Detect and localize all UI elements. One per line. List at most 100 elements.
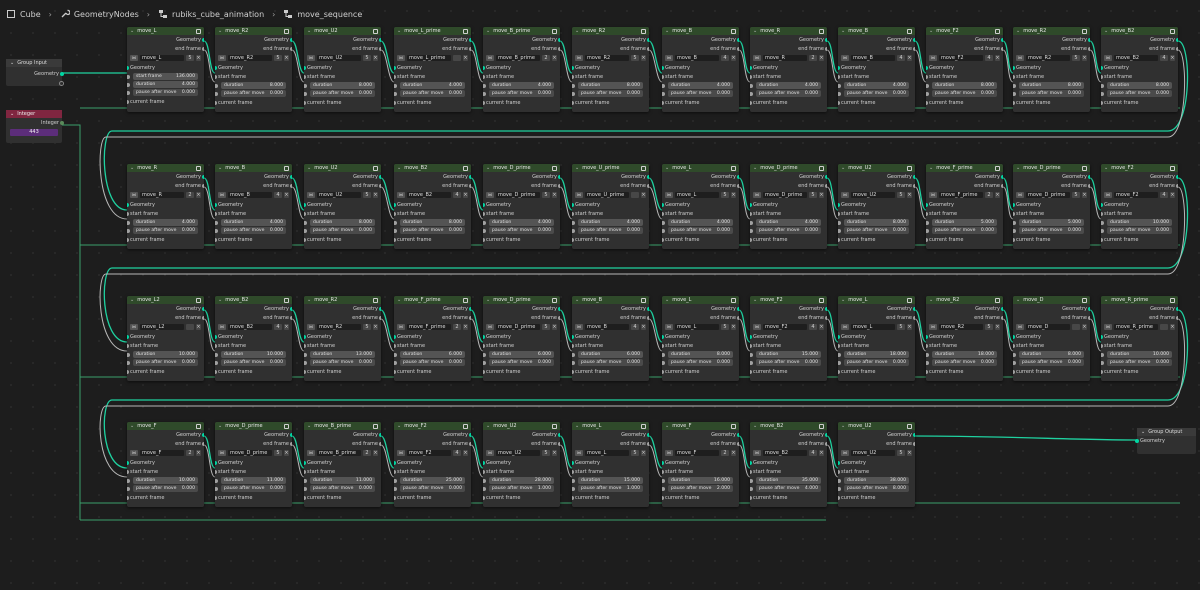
geometry-input-socket[interactable] [926, 202, 928, 207]
node-group-selector[interactable]: ⋈ move_F2 4 × [1104, 191, 1175, 199]
move-node[interactable]: ⌄ move_U2 Geometry end frame ⋈ move_U2 5 × Geome… [838, 164, 915, 249]
geometry-input-socket[interactable] [838, 460, 840, 465]
duration-socket[interactable] [215, 352, 218, 357]
end-frame-output-socket[interactable] [737, 441, 739, 446]
duration-field[interactable]: duration 13.000 [304, 351, 375, 358]
chevron-down-icon[interactable]: ⌄ [307, 28, 311, 34]
unlink-icon[interactable]: × [1170, 324, 1175, 330]
pause-socket[interactable] [572, 91, 575, 96]
node-group-name[interactable]: move_L_prime [407, 55, 451, 61]
node-header[interactable]: ⌄ move_D_prime [483, 164, 560, 172]
start-frame-socket[interactable] [838, 211, 840, 216]
pause-socket[interactable] [572, 228, 575, 233]
end-frame-output-socket[interactable] [202, 441, 204, 446]
duration-socket[interactable] [572, 220, 575, 225]
pause-after-move-field[interactable]: pause after move 0.000 [1101, 227, 1172, 234]
node-group-selector[interactable]: ⋈ move_R2 5 × [575, 54, 646, 62]
unlink-icon[interactable]: × [373, 192, 378, 198]
node-header[interactable]: ⌄ move_B_prime [483, 27, 560, 35]
pause-after-move-field[interactable]: pause after move 0.000 [572, 90, 643, 97]
node-group-selector[interactable]: ⋈ move_U2 5 × [307, 191, 378, 199]
node-group-selector[interactable]: ⋈ move_D_prime 5 × [486, 191, 557, 199]
current-frame-socket[interactable] [662, 100, 664, 105]
geometry-output-socket[interactable] [647, 37, 649, 42]
current-frame-socket[interactable] [483, 237, 485, 242]
geometry-input-socket[interactable] [662, 460, 664, 465]
current-frame-socket[interactable] [662, 369, 664, 374]
start-frame-socket[interactable] [750, 74, 752, 79]
duration-socket[interactable] [394, 83, 397, 88]
pause-socket[interactable] [215, 360, 218, 365]
current-frame-socket[interactable] [127, 495, 129, 500]
node-header[interactable]: ⌄ move_D_prime [1013, 164, 1090, 172]
geometry-output-socket[interactable] [737, 37, 739, 42]
duration-field[interactable]: duration 4.000 [215, 219, 286, 226]
end-frame-output-socket[interactable] [202, 183, 204, 188]
chevron-down-icon[interactable]: ⌄ [486, 28, 490, 34]
end-frame-output-socket[interactable] [737, 46, 739, 51]
duration-socket[interactable] [750, 352, 753, 357]
integer-socket[interactable] [60, 120, 64, 125]
node-group-name[interactable]: move_U2 [317, 192, 361, 198]
pause-after-move-field[interactable]: pause after move 0.000 [215, 359, 286, 366]
geometry-input-socket[interactable] [215, 65, 217, 70]
geometry-input-socket[interactable] [483, 460, 485, 465]
chevron-down-icon[interactable]: ⌄ [397, 297, 401, 303]
current-frame-socket[interactable] [572, 369, 574, 374]
node-header[interactable]: ⌄ move_U2 [304, 164, 381, 172]
move-node[interactable]: ⌄ move_B Geometry end frame ⋈ move_B 4 × Geometr… [838, 27, 915, 112]
geometry-output-socket[interactable] [825, 432, 827, 437]
geometry-input-socket[interactable] [838, 334, 840, 339]
start-frame-socket[interactable] [662, 74, 664, 79]
geometry-output-socket[interactable] [469, 174, 471, 179]
end-frame-output-socket[interactable] [737, 315, 739, 320]
duration-socket[interactable] [1013, 220, 1016, 225]
node-header[interactable]: ⌄ move_R2 [926, 296, 1003, 304]
duration-field[interactable]: duration 15.000 [572, 477, 643, 484]
start-frame-socket[interactable] [926, 74, 928, 79]
node-header[interactable]: ⌄ move_L [838, 296, 915, 304]
geometry-output-socket[interactable] [202, 37, 204, 42]
end-frame-output-socket[interactable] [379, 46, 381, 51]
move-node[interactable]: ⌄ move_B_prime Geometry end frame ⋈ move_B_pr… [483, 27, 560, 112]
current-frame-socket[interactable] [926, 100, 928, 105]
chevron-down-icon[interactable]: ⌄ [486, 165, 490, 171]
pause-socket[interactable] [838, 360, 841, 365]
start-frame-socket[interactable] [838, 343, 840, 348]
geometry-input-socket[interactable] [394, 65, 396, 70]
pause-socket[interactable] [1101, 360, 1104, 365]
node-header[interactable]: ⌄ move_R2 [215, 27, 292, 35]
geometry-input-socket[interactable] [838, 202, 840, 207]
geometry-output-socket[interactable] [379, 174, 381, 179]
geometry-output-socket[interactable] [1088, 37, 1090, 42]
duration-socket[interactable] [127, 82, 130, 87]
move-node[interactable]: ⌄ move_B2 Geometry end frame ⋈ move_B2 4 × Geome… [215, 296, 292, 381]
current-frame-socket[interactable] [483, 495, 485, 500]
geometry-output-socket[interactable] [1088, 174, 1090, 179]
duration-field[interactable]: duration 28.000 [483, 477, 554, 484]
pause-after-move-field[interactable]: pause after move 0.000 [394, 227, 465, 234]
pause-after-move-field[interactable]: pause after move 0.000 [572, 227, 643, 234]
pause-socket[interactable] [1101, 91, 1104, 96]
duration-socket[interactable] [750, 83, 753, 88]
unlink-icon[interactable]: × [731, 192, 736, 198]
node-group-name[interactable]: move_L [585, 450, 629, 456]
unlink-icon[interactable]: × [995, 192, 1000, 198]
duration-field[interactable]: duration 8.000 [394, 219, 465, 226]
end-frame-output-socket[interactable] [558, 183, 560, 188]
node-group-selector[interactable]: ⋈ move_L 5 × [575, 449, 646, 457]
pause-after-move-field[interactable]: pause after move 0.000 [1101, 359, 1172, 366]
chevron-down-icon[interactable]: ⌄ [575, 28, 579, 34]
current-frame-socket[interactable] [127, 237, 129, 242]
node-group-selector[interactable]: ⋈ move_B_prime 2 × [486, 54, 557, 62]
move-node[interactable]: ⌄ move_D_prime Geometry end frame ⋈ move_D_pr… [215, 422, 292, 507]
current-frame-socket[interactable] [394, 369, 396, 374]
duration-socket[interactable] [572, 83, 575, 88]
move-node[interactable]: ⌄ move_D Geometry end frame ⋈ move_D × Geometry… [1013, 296, 1090, 381]
unlink-icon[interactable]: × [1082, 192, 1087, 198]
geometry-input-socket[interactable] [1101, 65, 1103, 70]
geometry-input-socket[interactable] [483, 65, 485, 70]
end-frame-output-socket[interactable] [1176, 46, 1178, 51]
geometry-output-socket[interactable] [825, 174, 827, 179]
geometry-input-socket[interactable] [304, 460, 306, 465]
